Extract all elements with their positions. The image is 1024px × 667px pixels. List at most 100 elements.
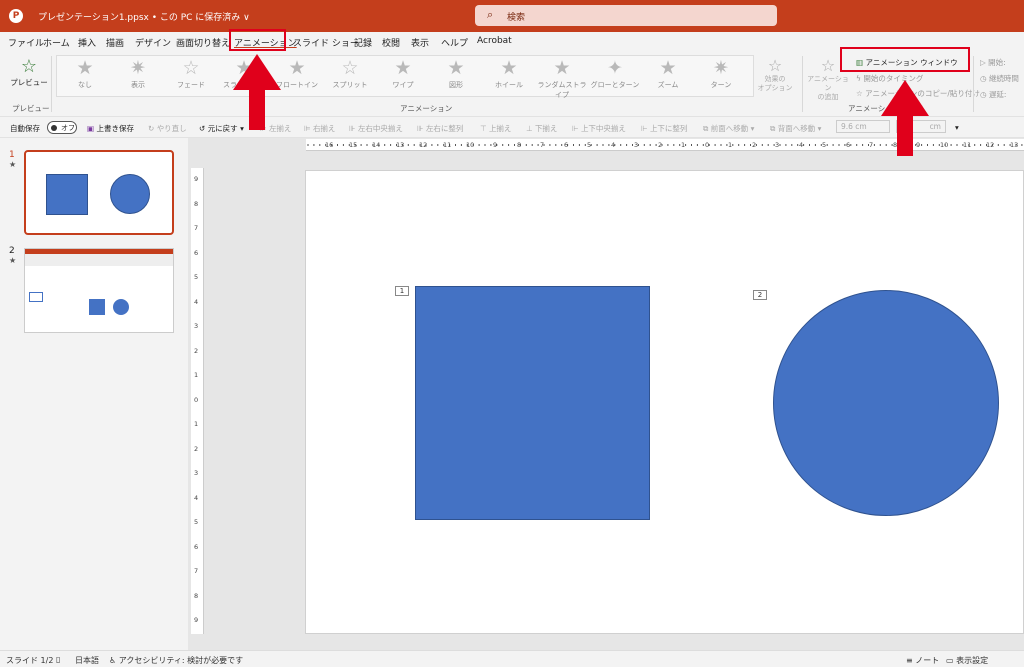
notes-icon: ≡ <box>906 656 913 665</box>
anim-growturn[interactable]: ✦ グローとターン <box>589 56 641 98</box>
vertical-ruler: 9 8 7 6 5 4 3 2 1 0 1 2 3 4 5 6 7 8 9 <box>191 168 204 634</box>
ruler-number: 8 <box>517 141 522 149</box>
slide-thumbnail-1[interactable] <box>24 150 174 235</box>
anim-wipe[interactable]: ★ ワイプ <box>377 56 429 98</box>
tab-acrobat[interactable]: Acrobat <box>477 36 512 46</box>
blue-circle-shape[interactable] <box>773 290 999 516</box>
effect-options-button[interactable]: ☆ 効果の オプション <box>757 56 793 93</box>
animation-group-label: アニメーション <box>400 104 453 113</box>
anim-shape[interactable]: ★ 図形 <box>430 56 482 98</box>
bring-forward-icon: ⧉ <box>703 124 709 133</box>
display-settings-button[interactable]: ▭ 表示設定 <box>946 655 988 666</box>
lightning-icon: ϟ <box>856 74 861 83</box>
anim-split[interactable]: ☆ スプリット <box>324 56 376 98</box>
ruler-number: 3 <box>194 322 199 330</box>
slide-thumbnails-pane: 1 ★ 2 ★ <box>0 138 180 650</box>
tab-slideshow[interactable]: スライド ショー <box>293 36 359 49</box>
save-button[interactable]: ▣ 上書き保存 <box>87 123 134 134</box>
start-control[interactable]: ▷ 開始: <box>980 57 1006 68</box>
ruler-number: 8 <box>194 200 199 208</box>
tab-help[interactable]: ヘルプ <box>441 36 468 49</box>
powerpoint-logo-icon: P <box>9 9 23 23</box>
toggle-knob <box>51 125 57 131</box>
ruler-number: 9 <box>194 616 199 624</box>
anim-label: ターン <box>710 81 732 89</box>
accessibility-icon: ♿ <box>109 656 117 665</box>
ruler-number: 9 <box>493 141 498 149</box>
save-label: 上書き保存 <box>96 124 134 133</box>
align-bottom-button[interactable]: ⊥ 下揃え <box>526 123 557 134</box>
send-backward-button[interactable]: ⧉ 背面へ移動 ▾ <box>770 123 821 134</box>
notes-button[interactable]: ≡ ノート <box>906 655 939 666</box>
anim-label: なし <box>78 81 92 89</box>
distribute-v-button[interactable]: ⊩ 上下に整列 <box>641 123 687 134</box>
anim-label: 図形 <box>449 81 463 89</box>
thumb-circle <box>110 174 150 214</box>
document-title[interactable]: プレゼンテーション1.ppsx • この PC に保存済み ∨ <box>38 10 250 23</box>
slide-thumbnail-2[interactable] <box>24 248 174 333</box>
anim-none[interactable]: ★ なし <box>59 56 111 98</box>
delay-control[interactable]: ◷ 遅延: <box>980 89 1006 100</box>
tab-insert[interactable]: 挿入 <box>78 36 96 49</box>
star-icon: ✷ <box>713 57 729 79</box>
anim-fade[interactable]: ☆ フェード <box>165 56 217 98</box>
accessibility-checker[interactable]: ♿ アクセシビリティ: 検討が必要です <box>109 655 243 666</box>
accessibility-label: アクセシビリティ: 検討が必要です <box>118 656 244 665</box>
tab-home[interactable]: ホーム <box>43 36 70 49</box>
thumb-mini-circle <box>113 299 129 315</box>
spellcheck-icon[interactable]: ▯ <box>56 655 60 664</box>
start-label: 開始: <box>988 58 1006 67</box>
align-center-h-button[interactable]: ⊪ 左右中央揃え <box>349 123 403 134</box>
undo-button[interactable]: ↻ やり直し <box>148 123 187 134</box>
anim-appear[interactable]: ✷ 表示 <box>112 56 164 98</box>
ruler-number: 5 <box>194 518 199 526</box>
ruler-number: 1 <box>681 141 686 149</box>
star-icon: ★ <box>447 57 465 79</box>
anim-randombars[interactable]: ★ ランダムストライプ <box>536 56 588 99</box>
status-bar: スライド 1/2 ▯ 日本語 ♿ アクセシビリティ: 検討が必要です ≡ ノート… <box>0 650 1024 667</box>
language-indicator[interactable]: 日本語 <box>75 655 99 666</box>
ruler-number: 4 <box>194 298 199 306</box>
star-icon: ★ <box>659 57 677 79</box>
distribute-h-button[interactable]: ⊪ 左右に整列 <box>417 123 463 134</box>
slide-canvas[interactable]: 1 2 <box>305 170 1024 634</box>
tab-record[interactable]: 記録 <box>354 36 372 49</box>
customize-qat-icon[interactable]: ▾ <box>955 123 959 132</box>
anim-label: ズーム <box>657 81 679 89</box>
tab-file[interactable]: ファイル <box>8 36 44 49</box>
redo-icon: ↺ <box>199 124 206 133</box>
anim-zoom[interactable]: ★ ズーム <box>642 56 694 98</box>
star-icon: ✦ <box>607 57 623 79</box>
align-right-button[interactable]: ⊫ 右揃え <box>304 123 335 134</box>
red-arrow-up-left <box>233 54 281 130</box>
preview-button[interactable]: ☆ プレビュー <box>10 56 48 88</box>
anim-swivel[interactable]: ✷ ターン <box>695 56 747 98</box>
blue-square-shape[interactable] <box>415 286 650 520</box>
search-box[interactable]: ⌕ 検索 <box>475 5 777 26</box>
ruler-number: 11 <box>963 141 972 149</box>
anim-wheel[interactable]: ★ ホイール <box>483 56 535 98</box>
tab-draw[interactable]: 描画 <box>106 36 124 49</box>
anim-label: ランダムストライプ <box>537 81 587 99</box>
bring-forward-button[interactable]: ⧉ 前面へ移動 ▾ <box>703 123 754 134</box>
tab-design[interactable]: デザイン <box>135 36 171 49</box>
tab-transitions[interactable]: 画面切り替え <box>176 36 230 49</box>
align-center-v-button[interactable]: ⊩ 上下中央揃え <box>572 123 626 134</box>
align-bottom-icon: ⊥ <box>526 124 533 133</box>
slide-indicator: スライド 1/2 <box>6 656 54 665</box>
ruler-number: 5 <box>822 141 827 149</box>
bring-forward-label: 前面へ移動 <box>710 124 749 133</box>
autosave-toggle[interactable]: オフ <box>47 121 77 134</box>
ruler-number: 5 <box>194 273 199 281</box>
align-top-button[interactable]: ⊤ 上揃え <box>480 123 511 134</box>
thumb-mini-ribbon <box>25 254 173 266</box>
tab-review[interactable]: 校閲 <box>382 36 400 49</box>
animation-order-tag-1[interactable]: 1 <box>395 286 409 296</box>
undo-label: やり直し <box>156 124 187 133</box>
tab-view[interactable]: 表示 <box>411 36 429 49</box>
ruler-number: 2 <box>194 445 199 453</box>
ruler-number: 7 <box>540 141 545 149</box>
animation-order-tag-2[interactable]: 2 <box>753 290 767 300</box>
ruler-number: 7 <box>194 567 199 575</box>
duration-control[interactable]: ◷ 継続時間 <box>980 73 1019 84</box>
